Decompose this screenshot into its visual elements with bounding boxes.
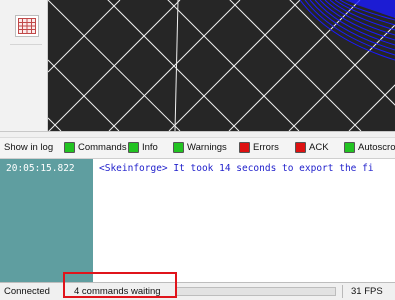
- filter-warnings-checkbox[interactable]: Warnings: [173, 142, 227, 153]
- filter-autoscroll-checkbox[interactable]: Autoscro: [344, 142, 395, 153]
- checkbox-indicator: [173, 142, 184, 153]
- filter-info-checkbox[interactable]: Info: [128, 142, 158, 153]
- show-in-log-label: Show in log: [4, 142, 54, 153]
- toolstrip-divider: [10, 44, 42, 45]
- checkbox-indicator: [239, 142, 250, 153]
- connection-status: Connected: [4, 286, 50, 297]
- checkbox-indicator: [295, 142, 306, 153]
- highlight-annotation: [63, 272, 177, 298]
- filter-autoscroll-label: Autoscro: [358, 142, 395, 153]
- grid-toggle-button[interactable]: [15, 15, 39, 37]
- status-separator: [342, 285, 343, 298]
- filter-commands-label: Commands: [78, 142, 127, 153]
- log-message: <Skeinforge> It took 14 seconds to expor…: [99, 163, 374, 174]
- log-filter-bar: Show in log Commands Info Warnings Error…: [0, 138, 395, 158]
- filter-errors-checkbox[interactable]: Errors: [239, 142, 279, 153]
- print-bed-grid: [47, 0, 395, 131]
- fps-counter: 31 FPS: [351, 286, 383, 297]
- job-progress-bar: [176, 287, 336, 296]
- checkbox-indicator: [344, 142, 355, 153]
- panel-splitter[interactable]: [0, 131, 395, 138]
- filter-ack-label: ACK: [309, 142, 329, 153]
- log-timestamp: 20:05:15.822: [6, 163, 75, 174]
- filter-ack-checkbox[interactable]: ACK: [295, 142, 329, 153]
- log-panel[interactable]: 20:05:15.822 <Skeinforge> It took 14 sec…: [0, 158, 395, 283]
- view-toolstrip: [0, 0, 48, 131]
- 3d-viewport[interactable]: [0, 0, 395, 131]
- timestamp-column: 20:05:15.822: [0, 159, 93, 283]
- filter-info-label: Info: [142, 142, 158, 153]
- grid-icon: [18, 18, 36, 34]
- filter-commands-checkbox[interactable]: Commands: [64, 142, 127, 153]
- checkbox-indicator: [64, 142, 75, 153]
- filter-errors-label: Errors: [253, 142, 279, 153]
- filter-warnings-label: Warnings: [187, 142, 227, 153]
- checkbox-indicator: [128, 142, 139, 153]
